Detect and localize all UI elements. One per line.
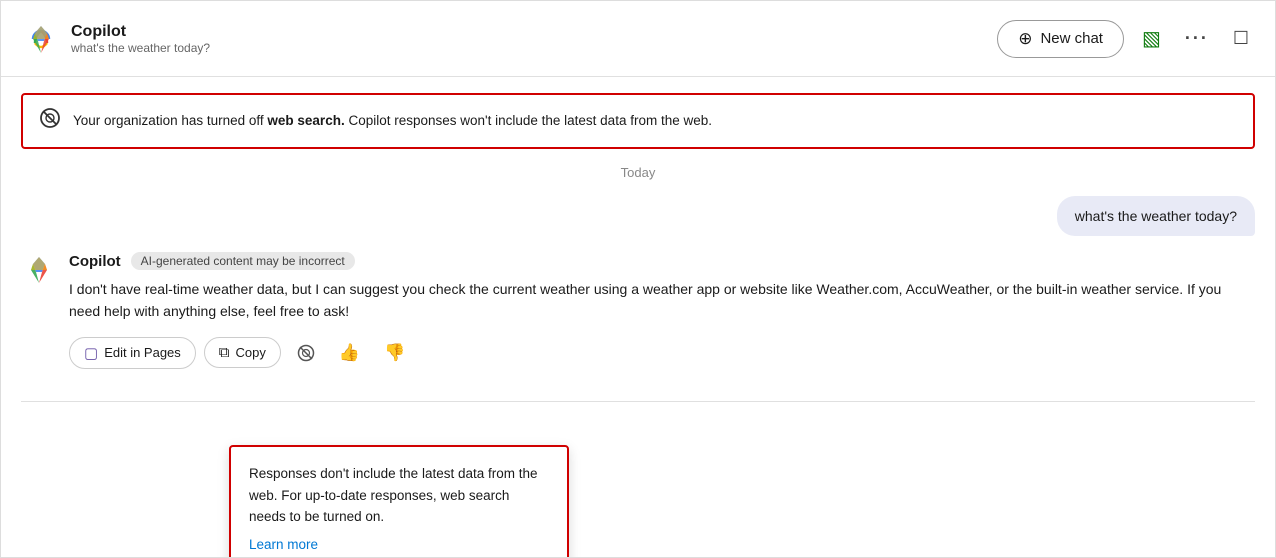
copy-label: Copy: [236, 345, 266, 360]
thumbs-down-icon: 👎: [384, 343, 405, 363]
ai-badge: AI-generated content may be incorrect: [131, 252, 355, 270]
thumbs-up-icon: 👍: [339, 343, 360, 363]
chat-subtitle: what's the weather today?: [71, 41, 210, 55]
header-actions: ⊕ New chat ▧ ··· ☐: [997, 20, 1255, 58]
user-bubble: what's the weather today?: [1057, 196, 1255, 236]
side-panel-icon: ☐: [1233, 28, 1249, 49]
copilot-name: Copilot: [69, 253, 121, 270]
more-options-button[interactable]: ···: [1179, 22, 1215, 55]
thumbs-down-button[interactable]: 👎: [376, 337, 413, 369]
copilot-name-row: Copilot AI-generated content may be inco…: [69, 252, 1255, 270]
shield-icon: ▧: [1142, 26, 1161, 51]
new-chat-icon: ⊕: [1018, 29, 1032, 49]
chat-area: Your organization has turned off web sea…: [1, 77, 1275, 401]
tooltip-popup: Responses don't include the latest data …: [229, 445, 569, 557]
new-chat-label: New chat: [1040, 30, 1103, 47]
copilot-message-row: Copilot AI-generated content may be inco…: [21, 252, 1255, 369]
app-container: Copilot what's the weather today? ⊕ New …: [0, 0, 1276, 558]
bottom-divider: [21, 401, 1255, 402]
shield-button[interactable]: ▧: [1136, 20, 1167, 57]
tooltip-text: Responses don't include the latest data …: [249, 463, 549, 528]
header-logo-area: Copilot what's the weather today?: [21, 19, 997, 59]
warning-message: Your organization has turned off web sea…: [73, 112, 712, 131]
date-separator: Today: [21, 165, 1255, 180]
pages-icon: ▢: [84, 344, 98, 362]
copilot-text: I don't have real-time weather data, but…: [69, 278, 1255, 323]
warning-banner: Your organization has turned off web sea…: [21, 93, 1255, 149]
copilot-logo: [21, 19, 61, 59]
no-search-icon: [297, 344, 315, 362]
side-panel-button[interactable]: ☐: [1227, 22, 1255, 55]
copilot-content: Copilot AI-generated content may be inco…: [69, 252, 1255, 369]
no-web-search-icon: [39, 107, 61, 135]
new-chat-button[interactable]: ⊕ New chat: [997, 20, 1124, 58]
header-title-area: Copilot what's the weather today?: [71, 23, 210, 55]
header: Copilot what's the weather today? ⊕ New …: [1, 1, 1275, 77]
more-options-icon: ···: [1185, 28, 1209, 49]
web-search-off-button[interactable]: [289, 338, 323, 368]
learn-more-link[interactable]: Learn more: [249, 537, 318, 552]
main-content: Your organization has turned off web sea…: [1, 77, 1275, 557]
action-buttons: ▢ Edit in Pages ⧉ Copy: [69, 337, 1255, 369]
edit-in-pages-label: Edit in Pages: [104, 345, 181, 360]
copilot-avatar: [21, 252, 57, 288]
user-message-row: what's the weather today?: [21, 196, 1255, 236]
copy-button[interactable]: ⧉ Copy: [204, 337, 281, 368]
app-title: Copilot: [71, 23, 210, 41]
edit-in-pages-button[interactable]: ▢ Edit in Pages: [69, 337, 196, 369]
copy-icon: ⧉: [219, 344, 230, 361]
thumbs-up-button[interactable]: 👍: [331, 337, 368, 369]
